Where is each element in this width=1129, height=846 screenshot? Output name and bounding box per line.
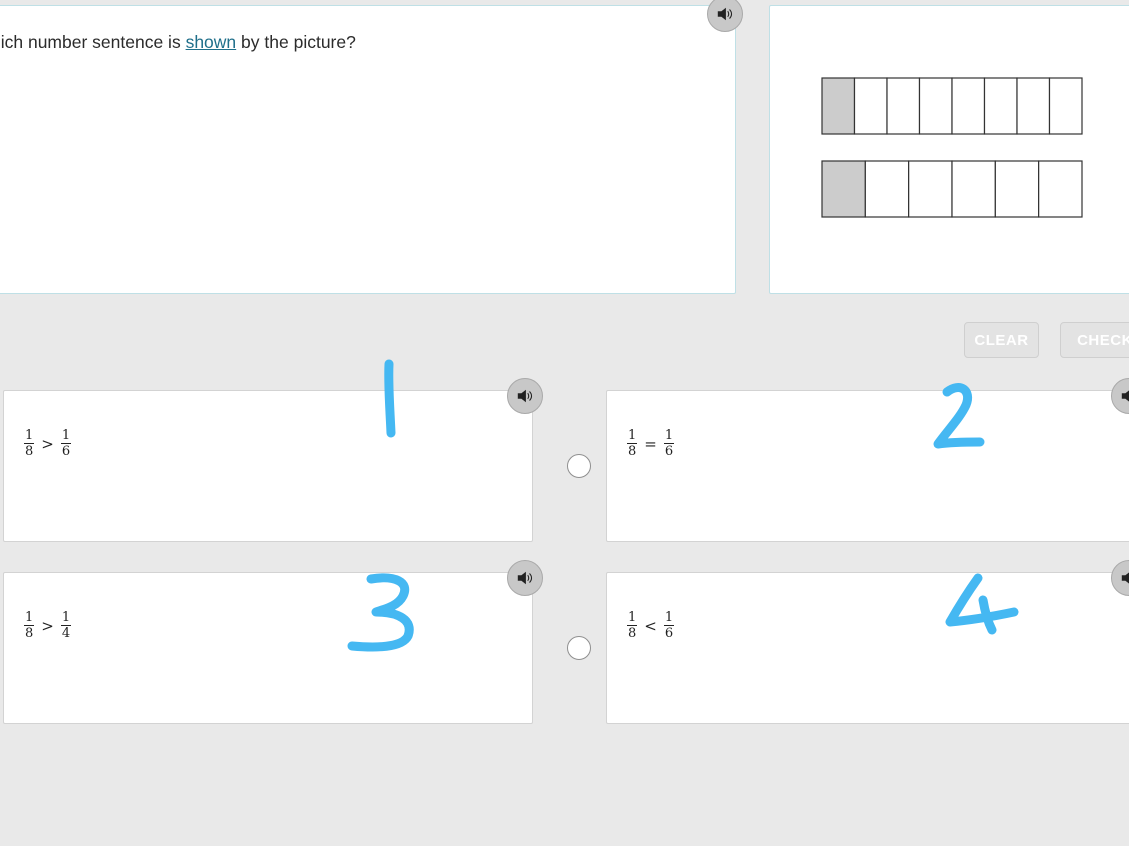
answer-choice-1[interactable]: 18 > 16 bbox=[3, 390, 533, 542]
choice-1-expression: 18 > 16 bbox=[24, 428, 72, 459]
operator: = bbox=[644, 434, 657, 453]
fraction: 16 bbox=[663, 610, 675, 641]
speaker-icon bbox=[1121, 572, 1129, 584]
speaker-icon bbox=[517, 389, 533, 403]
bar-1-part-2 bbox=[853, 77, 888, 135]
fraction: 14 bbox=[60, 610, 72, 641]
bar-1-part-4 bbox=[918, 77, 953, 135]
choice-radio-row-1[interactable] bbox=[567, 454, 591, 478]
answer-choice-2[interactable]: 18 = 16 bbox=[606, 390, 1129, 542]
numerator: 1 bbox=[60, 428, 72, 444]
speaker-icon bbox=[1121, 390, 1129, 402]
bar-1-part-5 bbox=[951, 77, 986, 135]
clear-button[interactable]: CLEAR bbox=[964, 322, 1039, 358]
operator: > bbox=[41, 616, 54, 635]
fraction: 16 bbox=[663, 428, 675, 459]
denominator: 6 bbox=[664, 626, 674, 641]
denominator: 4 bbox=[61, 626, 71, 641]
bar-2-part-5 bbox=[994, 160, 1040, 218]
choice-3-expression: 18 > 14 bbox=[24, 610, 72, 641]
choice-3-audio-button[interactable] bbox=[507, 560, 543, 596]
denominator: 8 bbox=[25, 626, 34, 641]
choice-2-expression: 18 = 16 bbox=[627, 428, 675, 459]
bar-2-part-1-shaded bbox=[821, 160, 866, 218]
numerator: 1 bbox=[60, 610, 72, 626]
bar-1-part-1-shaded bbox=[821, 77, 856, 135]
answer-choice-4[interactable]: 18 < 16 bbox=[606, 572, 1129, 724]
denominator: 6 bbox=[664, 444, 674, 459]
bar-2-part-2 bbox=[864, 160, 910, 218]
denominator: 6 bbox=[61, 444, 71, 459]
fraction: 18 bbox=[24, 428, 35, 459]
numerator: 1 bbox=[24, 610, 35, 626]
bar-2-part-3 bbox=[908, 160, 953, 218]
numerator: 1 bbox=[663, 610, 675, 626]
bar-1-part-6 bbox=[983, 77, 1018, 135]
operator: > bbox=[41, 434, 54, 453]
check-button[interactable]: CHECK bbox=[1060, 322, 1129, 358]
choice-1-audio-button[interactable] bbox=[507, 378, 543, 414]
bar-1-part-7 bbox=[1016, 77, 1051, 135]
choice-radio-row-2[interactable] bbox=[567, 636, 591, 660]
bar-1-part-8 bbox=[1048, 77, 1083, 135]
bar-2-part-4 bbox=[951, 160, 996, 218]
fraction: 16 bbox=[60, 428, 72, 459]
bar-1-part-3 bbox=[886, 77, 921, 135]
fraction-bars-picture bbox=[821, 77, 1083, 218]
denominator: 8 bbox=[25, 444, 34, 459]
answer-choice-3[interactable]: 18 > 14 bbox=[3, 572, 533, 724]
numerator: 1 bbox=[663, 428, 675, 444]
numerator: 1 bbox=[627, 610, 638, 626]
fraction: 18 bbox=[24, 610, 35, 641]
bar-2-part-6 bbox=[1038, 160, 1083, 218]
choice-4-expression: 18 < 16 bbox=[627, 610, 675, 641]
denominator: 8 bbox=[628, 626, 637, 641]
denominator: 8 bbox=[628, 444, 637, 459]
numerator: 1 bbox=[627, 428, 638, 444]
numerator: 1 bbox=[24, 428, 35, 444]
operator: < bbox=[644, 616, 657, 635]
fraction: 18 bbox=[627, 428, 638, 459]
speaker-icon bbox=[517, 571, 533, 585]
fraction: 18 bbox=[627, 610, 638, 641]
